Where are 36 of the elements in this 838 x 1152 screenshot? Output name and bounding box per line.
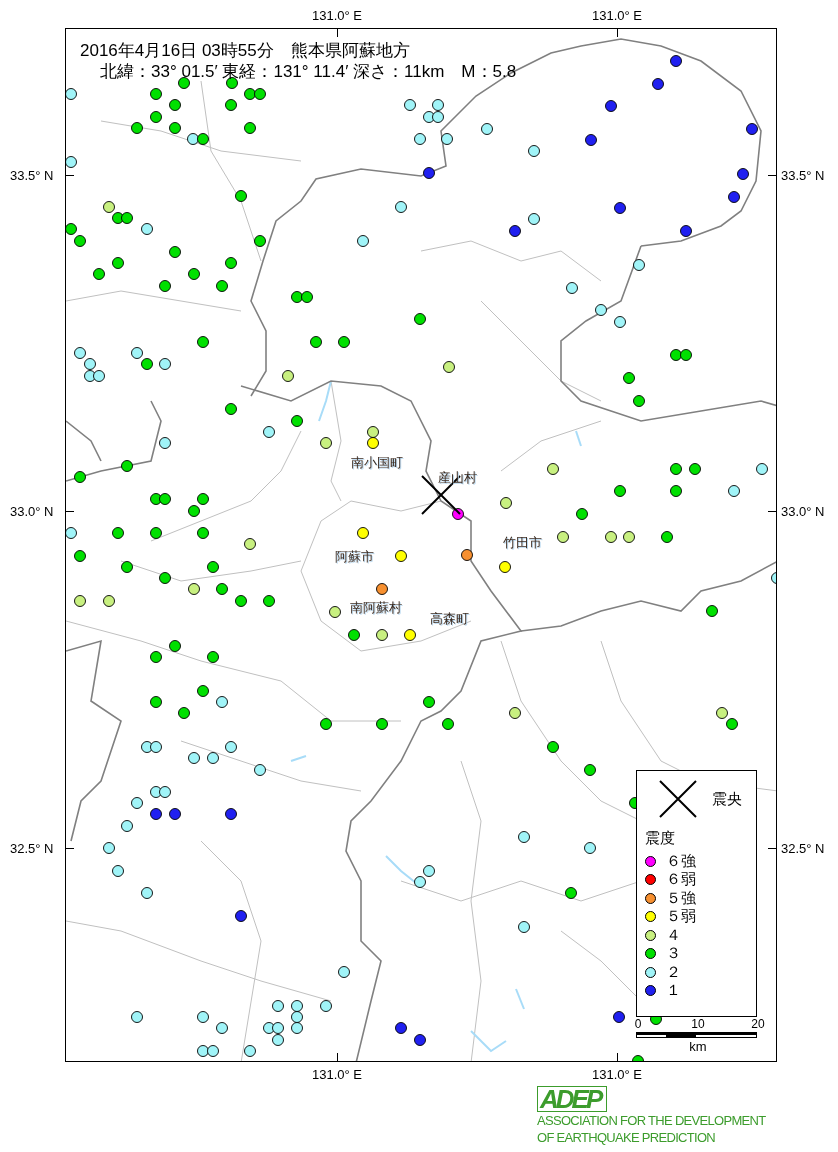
intensity-label: ２ — [666, 962, 681, 982]
hypocenter-details: 北緯：33° 01.5′ 東経：131° 11.4′ 深さ：11km M：5.8 — [99, 61, 517, 82]
place-label: 産山村 — [437, 469, 477, 487]
place-label: 南小国町 — [351, 454, 403, 472]
event-datetime-title: 2016年4月16日 03時55分 熊本県阿蘇地方 — [80, 40, 411, 61]
intensity-label: ３ — [666, 944, 681, 964]
intensity-title: 震度 — [645, 829, 676, 848]
scale-tick-label: 20 — [751, 1017, 765, 1031]
latitude-label: 33.5° N — [10, 168, 54, 182]
place-label: 南阿蘇村 — [350, 599, 402, 617]
intensity-label: ４ — [666, 925, 681, 945]
logo-text: ASSOCIATION FOR THE DEVELOPMENT — [537, 1112, 766, 1129]
cross-icon — [658, 779, 698, 819]
longitude-label: 131.0° E — [312, 1068, 362, 1081]
place-label: 高森町 — [429, 610, 469, 628]
latitude-label: 32.5° N — [781, 841, 825, 855]
intensity-label: ６強 — [666, 851, 696, 871]
intensity-label: ６弱 — [666, 870, 696, 890]
intensity-label: １ — [666, 981, 681, 1001]
place-label: 阿蘇市 — [334, 548, 374, 566]
logo-mark: ADEP — [537, 1086, 608, 1112]
latitude-label: 33.0° N — [781, 504, 825, 518]
latitude-label: 33.0° N — [10, 504, 54, 518]
intensity-label: ５弱 — [666, 907, 696, 927]
scale-tick-label: 0 — [634, 1017, 642, 1031]
longitude-label: 131.0° E — [312, 9, 362, 22]
epicenter-label: 震央 — [712, 789, 742, 809]
longitude-label: 131.0° E — [592, 1068, 642, 1081]
place-label: 竹田市 — [502, 534, 542, 552]
latitude-label: 32.5° N — [10, 841, 54, 855]
latitude-label: 33.5° N — [781, 168, 825, 182]
longitude-label: 131.0° E — [592, 9, 642, 22]
intensity-label: ５強 — [666, 888, 696, 908]
scale-tick-label: 10 — [691, 1017, 705, 1031]
logo-text: OF EARTHQUAKE PREDICTION — [537, 1129, 715, 1146]
scale-unit: km — [689, 1039, 707, 1054]
